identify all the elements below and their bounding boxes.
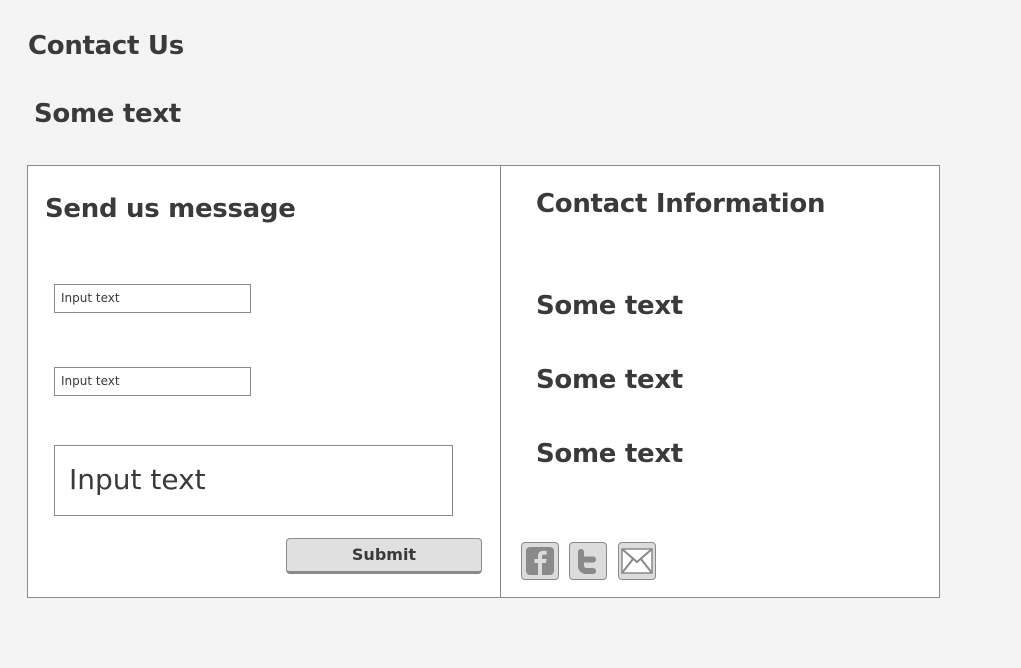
page-title: Contact Us <box>28 31 184 61</box>
contact-info-line: Some text <box>536 291 683 321</box>
facebook-icon-glyph <box>526 547 554 575</box>
twitter-icon[interactable] <box>569 542 607 580</box>
email-input[interactable]: Input text <box>54 367 251 396</box>
send-message-heading: Send us message <box>45 194 296 224</box>
submit-button[interactable]: Submit <box>286 538 482 574</box>
email-icon[interactable] <box>618 542 656 580</box>
page-subtitle: Some text <box>34 99 181 129</box>
message-input[interactable]: Input text <box>54 445 453 516</box>
contact-information-heading: Contact Information <box>536 189 826 219</box>
contact-info-line: Some text <box>536 365 683 395</box>
facebook-icon[interactable] <box>521 542 559 580</box>
name-input[interactable]: Input text <box>54 284 251 313</box>
twitter-icon-glyph <box>574 547 602 575</box>
email-icon-glyph <box>621 548 653 574</box>
panel-divider <box>500 166 501 597</box>
contact-info-line: Some text <box>536 439 683 469</box>
contact-panel: Send us message Input text Input text In… <box>27 165 940 598</box>
